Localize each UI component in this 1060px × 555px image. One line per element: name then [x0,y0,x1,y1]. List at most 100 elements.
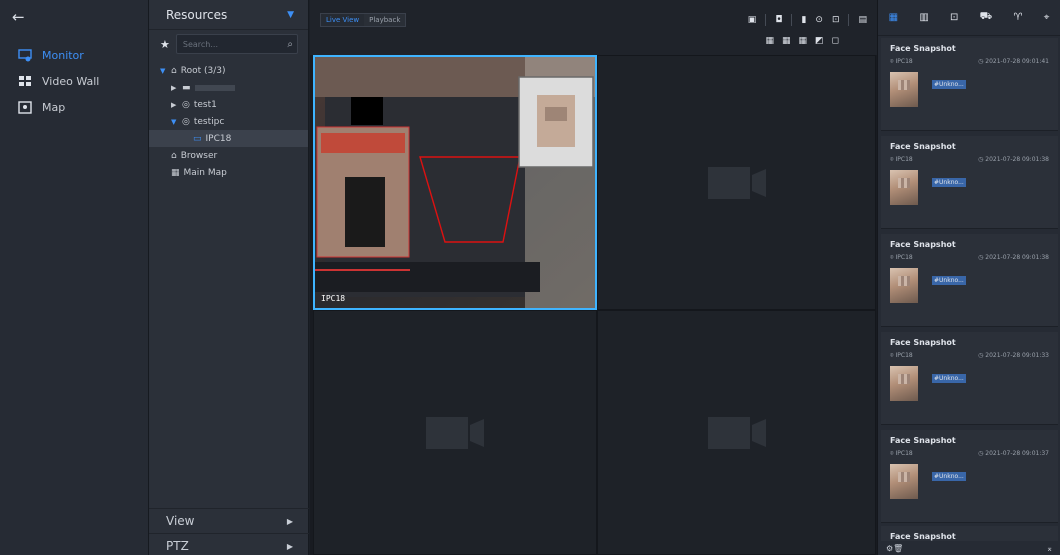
resources-header[interactable]: Resources ▼ [149,0,308,30]
video-cell-1[interactable]: IPC18 [313,55,597,310]
organization-icon: ⌂ [171,65,177,76]
card-camera: IPC18 [895,450,913,457]
search-input[interactable] [182,39,283,49]
section-label: PTZ [166,539,189,553]
nav-item-monitor[interactable]: Monitor [0,42,148,68]
face-thumbnail[interactable] [890,72,918,107]
tool-icons: ▣ ◘ ▮ ⊙ ⊡ ▤ [748,14,867,26]
face-thumbnail[interactable] [890,464,918,499]
location-pin-icon: ⌾ IPC18 [890,352,913,359]
separator [848,14,850,26]
face-thumbnail[interactable] [890,268,918,303]
caret-right-icon[interactable]: ▶ [171,84,178,92]
tree-node-device[interactable]: ▶ ▬ [149,79,308,96]
collapse-icon[interactable]: ⌅ [1046,544,1053,553]
clock-icon: ◷ 2021-07-28 09:01:41 [978,58,1049,65]
tree-node-ipc18[interactable]: ▭ IPC18 [149,130,308,147]
face-snapshot-card[interactable]: Face Snapshot ⌾ IPC18 ◷ 2021-07-28 09:01… [881,136,1058,229]
unknown-tag[interactable]: #Unkno... [932,472,966,481]
tree-node-test1[interactable]: ▶ ◎ test1 [149,96,308,113]
view-section[interactable]: View ▶ [149,508,309,533]
unknown-tag[interactable]: #Unkno... [932,178,966,187]
tree-node-root[interactable]: ▼ ⌂ Root (3/3) [149,62,308,79]
camera-placeholder-icon [426,416,484,449]
vehicle-icon[interactable]: ⛟ [980,11,993,24]
caret-right-icon[interactable]: ▶ [287,542,293,551]
monitor-icon [18,48,32,62]
live-view-area: Live View Playback ▣ ◘ ▮ ⊙ ⊡ ▤ ▦ ▦ ▦ ◩ ◻ [310,0,877,555]
map-icon: ▦ [171,167,180,178]
caret-right-icon[interactable]: ▶ [287,517,293,526]
face-thumbnail[interactable] [890,366,918,401]
card-time: 2021-07-28 09:01:33 [985,352,1049,359]
tree-node-browser[interactable]: ⌂ Browser [149,147,308,164]
unknown-tag[interactable]: #Unkno... [932,374,966,383]
caret-down-icon[interactable]: ▼ [160,67,167,75]
split-icon[interactable]: ▮ [801,15,806,25]
layout-4-icon[interactable]: ▦ [765,36,774,46]
card-time: 2021-07-28 09:01:38 [985,254,1049,261]
camera-placeholder-icon [707,166,766,199]
tree-node-label: IPC18 [205,133,232,144]
left-nav: ← Monitor Video Wall Map [0,0,149,555]
caret-down-icon[interactable]: ▼ [171,118,178,126]
layout-9-icon[interactable]: ▦ [782,36,791,46]
nav-item-label: Video Wall [42,74,100,88]
card-body: #Unkno... [890,366,1049,401]
layout-menu-icon[interactable]: ▤ [858,15,867,25]
nav-item-map[interactable]: Map [0,94,148,120]
list-icon[interactable]: ▥ [919,12,928,23]
snapshot-icon[interactable]: ◘ [775,15,782,25]
card-meta: ⌾ IPC18 ◷ 2021-07-28 09:01:38 [890,254,1049,262]
face-snapshot-card[interactable]: Face Snapshot ⌾ IPC18 ◷ 2021-07-28 09:01… [881,430,1058,523]
save-icon[interactable]: ▣ [748,15,757,25]
search-row: ★ ⌕ [149,30,308,58]
layout-icons: ▦ ▦ ▦ ◩ ◻ [765,36,839,46]
card-title: Face Snapshot [890,338,956,347]
video-cell-4[interactable] [597,310,876,555]
face-snapshot-card[interactable]: Face Snapshot ⌾ IPC18 ◷ 2021-07-28 09:01… [881,38,1058,131]
custom-layout-icon[interactable]: ◩ [815,36,824,46]
search-icon[interactable]: ⌕ [287,39,293,50]
clock-icon: ◷ 2021-07-28 09:01:37 [978,450,1049,457]
face-snapshot-card[interactable]: Face Snapshot ⌾ IPC18 ◷ 2021-07-28 09:01… [881,234,1058,327]
separator [765,14,767,26]
card-title: Face Snapshot [890,44,956,53]
tab-live-view[interactable]: Live View [321,14,365,26]
organization-icon: ⌂ [171,150,177,161]
card-time: 2021-07-28 09:01:41 [985,58,1049,65]
chevron-down-icon[interactable]: ▼ [287,10,294,20]
layout-16-icon[interactable]: ▦ [798,36,807,46]
card-camera: IPC18 [895,156,913,163]
tree-node-main-map[interactable]: ▦ Main Map [149,164,308,181]
face-snapshot-card[interactable]: Face Snapshot ⌾ IPC18 ◷ 2021-07-28 09:01… [881,332,1058,425]
tree-node-testipc[interactable]: ▼ ◎ testipc [149,113,308,130]
tree-node-label: test1 [193,99,217,110]
video-cell-3[interactable] [313,310,597,555]
location-icon[interactable]: ⌖ [1044,12,1050,23]
nav-item-video-wall[interactable]: Video Wall [0,68,148,94]
settings-icon[interactable]: ⚙ [886,544,893,553]
tab-playback[interactable]: Playback [364,14,406,26]
card-meta: ⌾ IPC18 ◷ 2021-07-28 09:01:41 [890,58,1049,66]
back-icon[interactable]: ← [0,0,148,34]
card-body: #Unkno... [890,72,1049,107]
all-events-icon[interactable]: ▦ [889,12,898,23]
camera-placeholder-icon [707,416,766,449]
face-thumbnail[interactable] [890,170,918,205]
record-icon[interactable]: ⊙ [815,15,823,25]
card-body: #Unkno... [890,464,1049,499]
camera-name-label: IPC18 [321,294,346,303]
caret-right-icon[interactable]: ▶ [171,101,178,109]
delete-icon[interactable]: 🗑 [893,544,903,553]
layout-window-icon[interactable]: ◻ [832,36,839,46]
favorite-star-icon[interactable]: ★ [160,38,170,51]
unknown-tag[interactable]: #Unkno... [932,80,966,89]
tree-node-label: Root (3/3) [180,65,226,76]
ptz-section[interactable]: PTZ ▶ [149,533,309,555]
video-cell-2[interactable] [597,55,876,310]
face-detection-icon[interactable]: ⊡ [950,12,958,23]
unknown-tag[interactable]: #Unkno... [932,276,966,285]
alarm-icon[interactable]: ♈ [1014,12,1023,23]
fullscreen-icon[interactable]: ⊡ [832,15,840,25]
